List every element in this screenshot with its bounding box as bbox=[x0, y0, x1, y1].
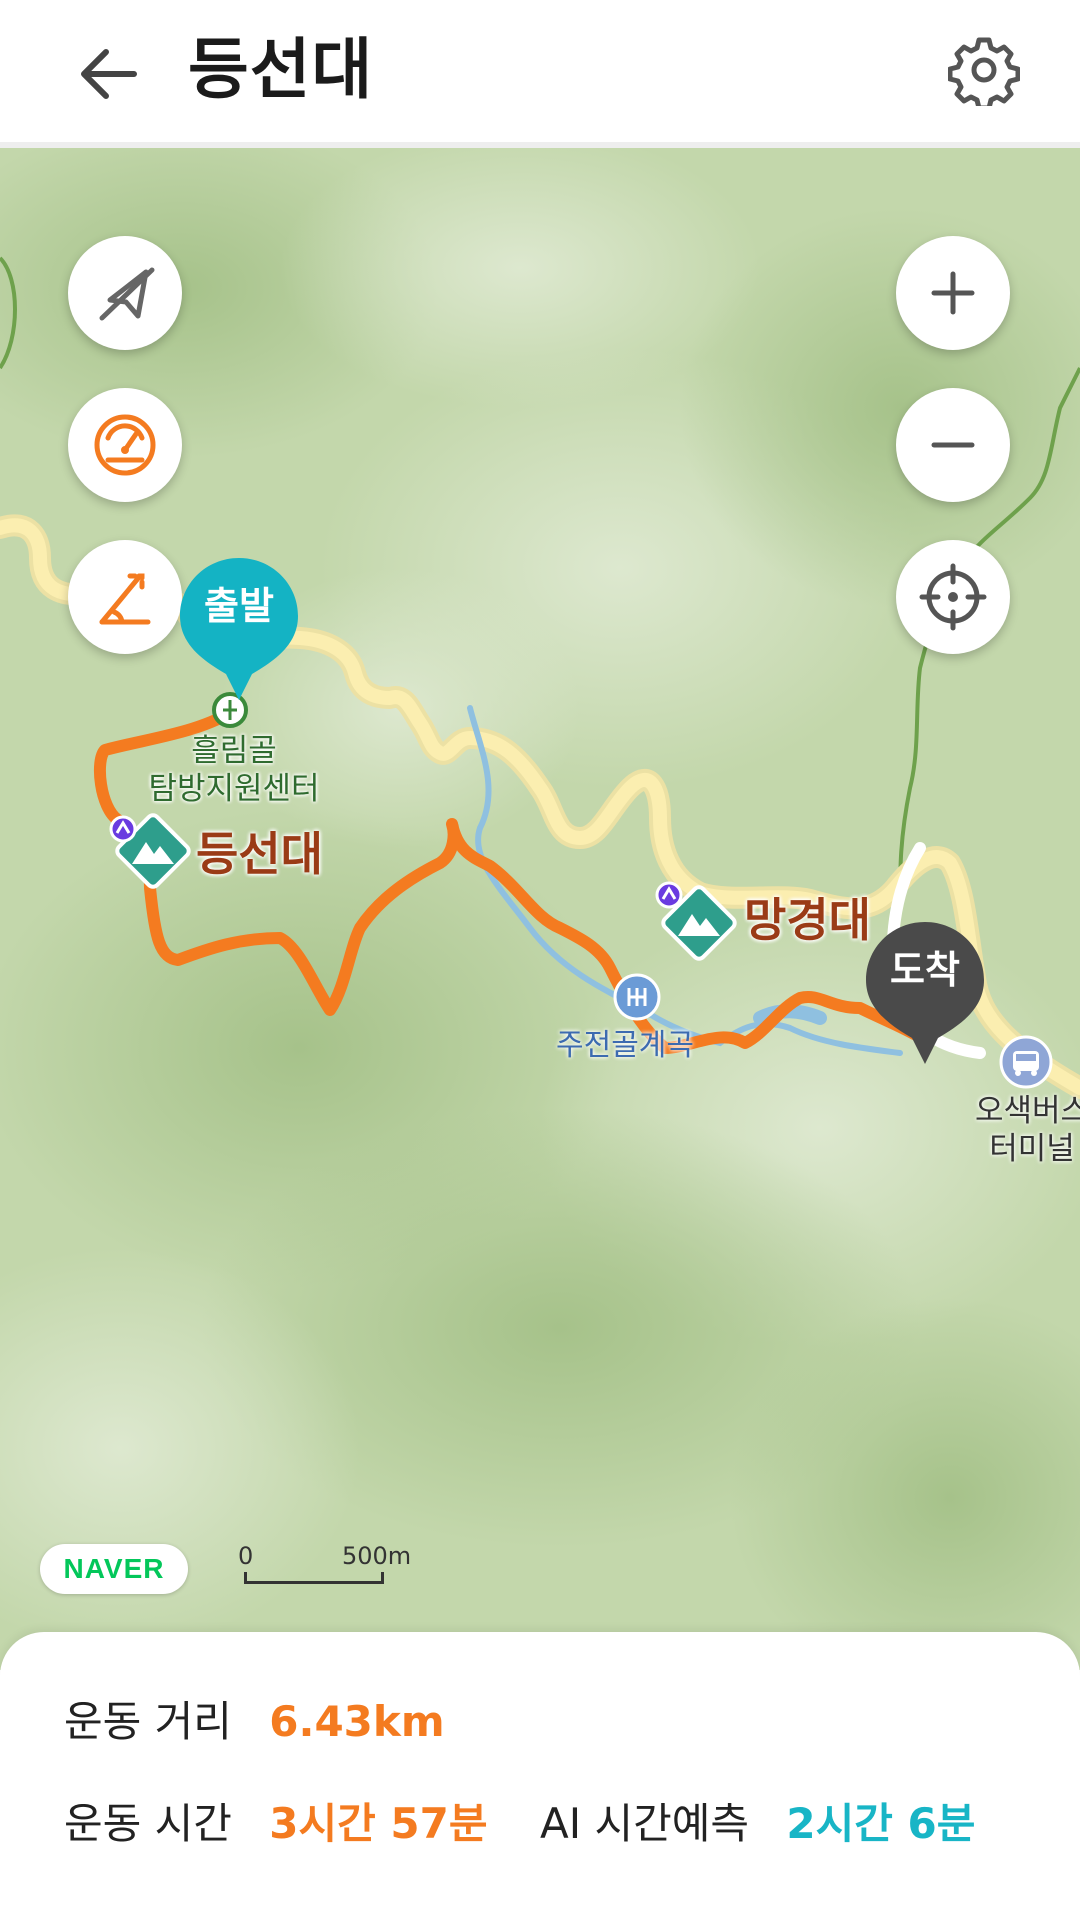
restaurant-icon bbox=[613, 973, 661, 1021]
gear-icon bbox=[947, 37, 1021, 111]
ai-value: 2시간 6분 bbox=[786, 1799, 976, 1848]
speedometer-icon bbox=[94, 414, 156, 476]
peak1-label: 등선대 bbox=[196, 827, 323, 881]
end-pin-label: 도착 bbox=[890, 948, 960, 992]
locate-icon bbox=[919, 563, 987, 631]
distance-stat: 운동 거리 6.43km bbox=[64, 1694, 445, 1750]
peak2-label: 망경대 bbox=[744, 893, 871, 947]
speed-button[interactable] bbox=[68, 388, 182, 502]
settings-button[interactable] bbox=[947, 34, 1021, 111]
compass-toggle-button[interactable] bbox=[68, 236, 182, 350]
map-terrain bbox=[0, 148, 1080, 1670]
back-arrow-icon bbox=[81, 49, 137, 99]
stats-panel: 운동 거리 6.43km 운동 시간 3시간 57분 AI 시간예측 2시간 6… bbox=[0, 1632, 1080, 1920]
bus-terminal-label: 오색버스 터미널 bbox=[962, 1092, 1080, 1168]
trailhead-label: 흘림골 탐방지원센터 bbox=[134, 732, 334, 808]
map-view[interactable]: 흘림골 탐방지원센터 출발 등선대 망경대 주전골계곡 도착 오색버스 터미널 … bbox=[0, 148, 1080, 1670]
peak-badge-icon bbox=[655, 881, 683, 909]
peak-badge-icon bbox=[109, 815, 137, 843]
scale-zero-label: 0 bbox=[238, 1542, 254, 1570]
elevation-button[interactable] bbox=[68, 540, 182, 654]
bus-label-line2: 터미널 bbox=[989, 1131, 1075, 1167]
ai-label: AI 시간예측 bbox=[540, 1799, 750, 1848]
naver-logo[interactable]: NAVER bbox=[40, 1544, 188, 1594]
elevation-icon bbox=[99, 573, 151, 625]
valley-label: 주전골계곡 bbox=[556, 1028, 694, 1063]
scale-max-label: 500m bbox=[342, 1542, 412, 1570]
ai-prediction-stat: AI 시간예측 2시간 6분 bbox=[540, 1796, 975, 1852]
back-button[interactable] bbox=[72, 36, 148, 112]
page-title: 등선대 bbox=[188, 31, 374, 108]
time-value: 3시간 57분 bbox=[269, 1799, 488, 1848]
bus-label-line1: 오색버스 bbox=[974, 1093, 1080, 1129]
start-pin[interactable]: 출발 bbox=[176, 554, 302, 704]
scale-bar bbox=[244, 1572, 384, 1584]
distance-value: 6.43km bbox=[269, 1697, 445, 1746]
zoom-in-button[interactable] bbox=[896, 236, 1010, 350]
compass-off-icon bbox=[99, 267, 155, 321]
zoom-out-icon bbox=[931, 442, 975, 448]
zoom-out-button[interactable] bbox=[896, 388, 1010, 502]
time-stat: 운동 시간 3시간 57분 bbox=[64, 1796, 488, 1852]
locate-button[interactable] bbox=[896, 540, 1010, 654]
start-pin-label: 출발 bbox=[204, 584, 274, 628]
end-pin[interactable]: 도착 bbox=[862, 918, 988, 1068]
bus-icon bbox=[999, 1035, 1053, 1089]
time-label: 운동 시간 bbox=[64, 1799, 232, 1848]
trailhead-label-line1: 흘림골 bbox=[191, 733, 277, 769]
distance-label: 운동 거리 bbox=[64, 1697, 232, 1746]
app-header: 등선대 bbox=[0, 0, 1080, 148]
zoom-in-icon bbox=[931, 271, 975, 315]
trailhead-label-line2: 탐방지원센터 bbox=[148, 771, 320, 807]
